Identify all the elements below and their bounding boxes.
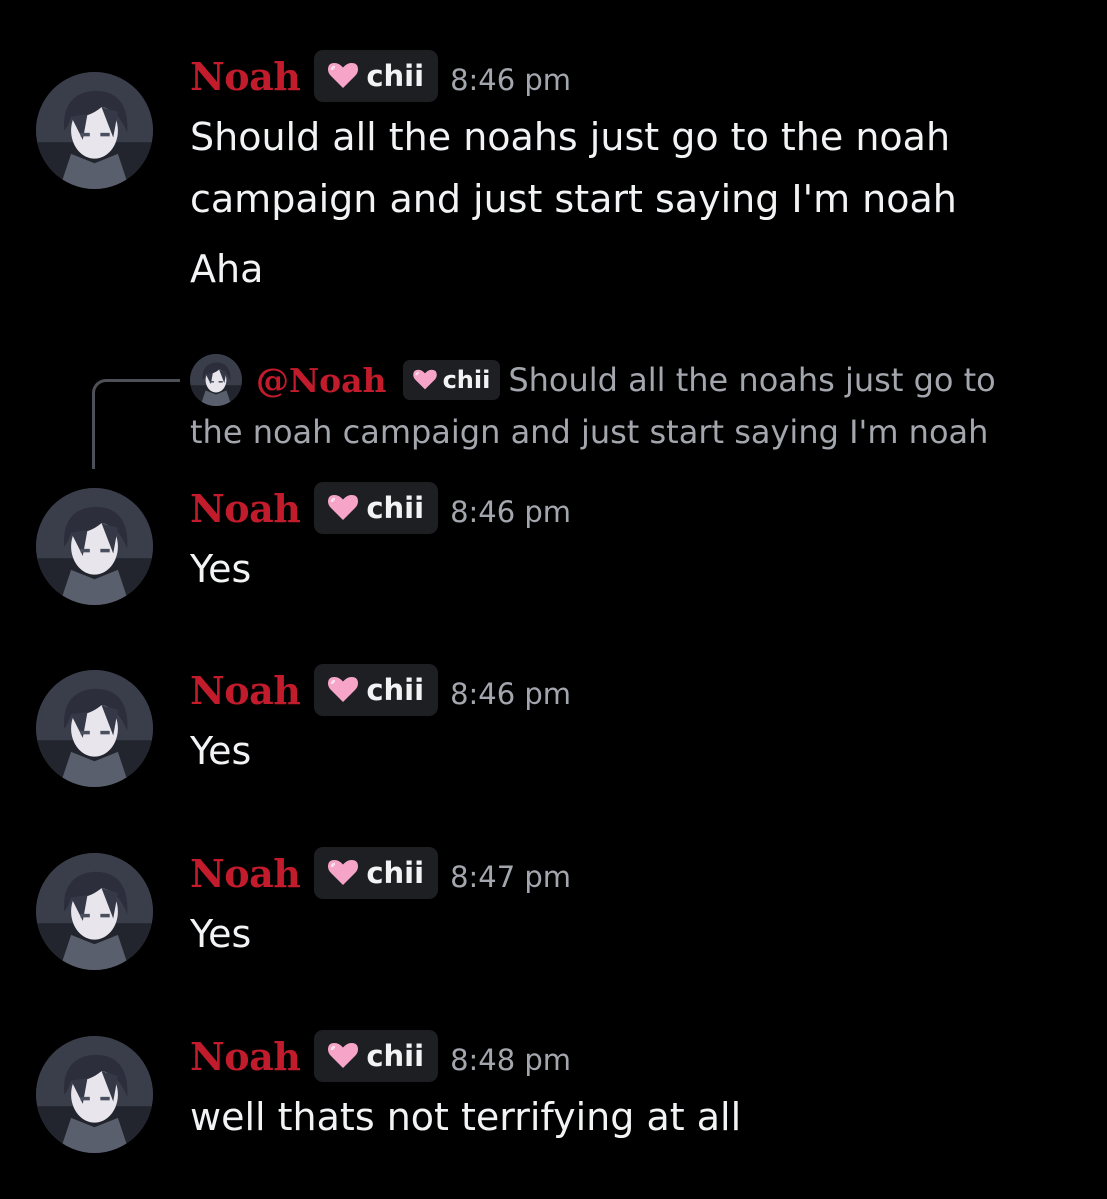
username[interactable]: Noah [190, 486, 301, 531]
message-content: Yes [190, 538, 1070, 600]
message-text: Yes [190, 729, 252, 773]
avatar-image [190, 354, 242, 406]
message-content: well thats not terrifying at all [190, 1086, 1070, 1148]
user-avatar[interactable] [36, 488, 153, 605]
server-tag[interactable]: chii [314, 50, 439, 102]
server-tag[interactable]: chii [314, 847, 439, 899]
user-avatar[interactable] [36, 670, 153, 787]
avatar-image [36, 72, 153, 189]
reply-text: Should all the noahs just go to [508, 361, 996, 399]
user-avatar[interactable] [36, 1036, 153, 1153]
username[interactable]: Noah [190, 1034, 301, 1079]
message-text: Should all the noahs just go to the noah… [190, 115, 957, 221]
message-header: Noah chii 8:46 pm [190, 48, 571, 104]
avatar-image [36, 670, 153, 787]
pink-heart-icon [328, 1042, 358, 1070]
pink-heart-icon [413, 369, 437, 391]
message-header: Noah chii 8:48 pm [190, 1028, 571, 1084]
message-header: Noah chii 8:46 pm [190, 662, 571, 718]
pink-heart-icon [328, 859, 358, 887]
user-avatar[interactable] [36, 72, 153, 189]
server-tag-label: chii [366, 673, 425, 707]
message-header: Noah chii 8:47 pm [190, 845, 571, 901]
message-text: Yes [190, 912, 252, 956]
server-tag[interactable]: chii [314, 482, 439, 534]
timestamp: 8:48 pm [450, 1043, 572, 1077]
reply-preview[interactable]: @Noah chii Should all the noahs just go … [0, 352, 1107, 472]
avatar-image [36, 853, 153, 970]
message-content: Yes [190, 720, 1070, 782]
server-tag-label: chii [442, 366, 491, 394]
server-tag: chii [402, 360, 501, 400]
username[interactable]: Noah [190, 54, 301, 99]
reply-mention[interactable]: @Noah [256, 361, 387, 400]
server-tag[interactable]: chii [314, 1030, 439, 1082]
avatar-image [36, 1036, 153, 1153]
timestamp: 8:46 pm [450, 495, 572, 529]
server-tag-label: chii [366, 1039, 425, 1073]
timestamp: 8:46 pm [450, 677, 572, 711]
server-tag-label: chii [366, 59, 425, 93]
server-tag-label: chii [366, 491, 425, 525]
reply-spine [92, 379, 180, 469]
message-text: Yes [190, 547, 252, 591]
pink-heart-icon [328, 62, 358, 90]
timestamp: 8:46 pm [450, 63, 572, 97]
message-content: Yes [190, 903, 1070, 965]
message-text: Aha [190, 247, 264, 291]
server-tag[interactable]: chii [314, 664, 439, 716]
pink-heart-icon [328, 676, 358, 704]
avatar-image [36, 488, 153, 605]
message-text: well thats not terrifying at all [190, 1095, 742, 1139]
user-avatar[interactable] [36, 853, 153, 970]
username[interactable]: Noah [190, 668, 301, 713]
timestamp: 8:47 pm [450, 860, 572, 894]
reply-avatar [190, 354, 242, 406]
server-tag-label: chii [366, 856, 425, 890]
username[interactable]: Noah [190, 851, 301, 896]
message-header: Noah chii 8:46 pm [190, 480, 571, 536]
message-content: Should all the noahs just go to the noah… [190, 106, 1070, 300]
pink-heart-icon [328, 494, 358, 522]
reply-header: @Noah chii Should all the noahs just go … [256, 352, 996, 408]
reply-text-continued: the noah campaign and just start saying … [190, 413, 989, 451]
